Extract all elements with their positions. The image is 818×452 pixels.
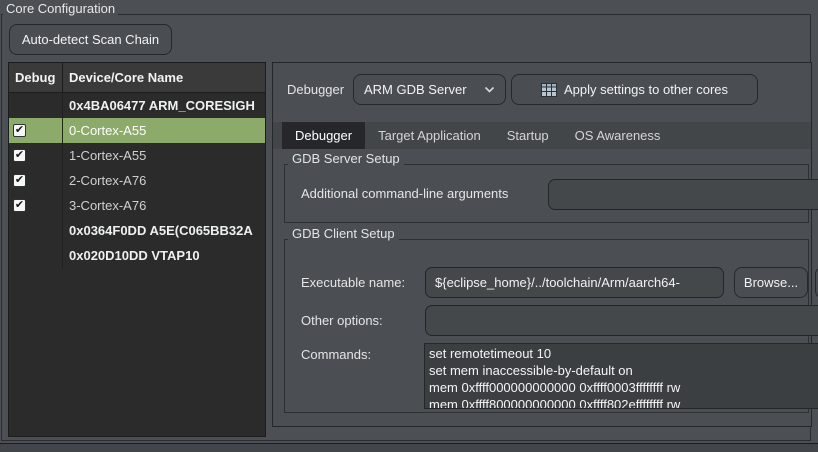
debugger-settings-panel: Debugger ARM GDB Server Apply settings t… (272, 62, 812, 427)
debug-checkbox[interactable]: ✔ (13, 124, 26, 137)
window-bottom-strip (0, 443, 818, 452)
additional-arguments-input[interactable] (548, 179, 818, 210)
browse-button-label: Browse... (744, 275, 798, 290)
apply-settings-button[interactable]: Apply settings to other cores (511, 74, 758, 105)
tab-os-awareness[interactable]: OS Awareness (562, 122, 674, 149)
check-icon: ✔ (15, 125, 24, 136)
table-row[interactable]: 0x020D10DD VTAP10 (9, 243, 265, 268)
autodetect-scan-chain-button[interactable]: Auto-detect Scan Chain (9, 24, 172, 55)
executable-name-label: Executable name: (301, 267, 405, 298)
gdb-client-setup-title: GDB Client Setup (288, 226, 399, 242)
check-icon: ✔ (15, 175, 24, 186)
check-icon: ✔ (15, 150, 24, 161)
tab-startup[interactable]: Startup (494, 122, 562, 149)
device-name: 1-Cortex-A55 (63, 143, 265, 168)
additional-arguments-label: Additional command-line arguments (301, 185, 508, 203)
debug-checkbox[interactable]: ✔ (13, 149, 26, 162)
tab-target-application[interactable]: Target Application (365, 122, 494, 149)
table-row[interactable]: ✔ 1-Cortex-A55 (9, 143, 265, 168)
executable-name-value: ${eclipse_home}/../toolchain/Arm/aarch64… (435, 275, 680, 290)
device-name: 2-Cortex-A76 (63, 168, 265, 193)
table-row[interactable]: ✔ 3-Cortex-A76 (9, 193, 265, 218)
apply-settings-label: Apply settings to other cores (564, 82, 728, 97)
debug-checkbox[interactable]: ✔ (13, 199, 26, 212)
column-header-debug[interactable]: Debug (9, 63, 63, 92)
executable-name-input[interactable]: ${eclipse_home}/../toolchain/Arm/aarch64… (425, 267, 724, 298)
chevron-down-icon (484, 86, 495, 93)
browse-button[interactable]: Browse... (734, 267, 808, 298)
debugger-label: Debugger (287, 75, 344, 105)
debugger-select[interactable]: ARM GDB Server (353, 74, 506, 105)
table-icon (541, 83, 557, 97)
core-table-header: Debug Device/Core Name (9, 63, 265, 93)
device-name: 0x4BA06477 ARM_CORESIGH (63, 93, 265, 118)
tab-debugger[interactable]: Debugger (282, 122, 365, 149)
table-row[interactable]: ✔ 0-Cortex-A55 (9, 118, 265, 143)
table-row[interactable]: 0x4BA06477 ARM_CORESIGH (9, 93, 265, 118)
device-name: 0-Cortex-A55 (63, 118, 265, 143)
table-row[interactable]: ✔ 2-Cortex-A76 (9, 168, 265, 193)
device-name: 3-Cortex-A76 (63, 193, 265, 218)
debug-checkbox[interactable]: ✔ (13, 174, 26, 187)
commands-textarea[interactable]: set remotetimeout 10 set mem inaccessibl… (424, 343, 818, 409)
device-name: 0x0364F0DD A5E(C065BB32A (63, 218, 265, 243)
other-options-input[interactable] (425, 305, 818, 336)
settings-tab-bar: Debugger Target Application Startup OS A… (273, 122, 811, 149)
core-configuration-dialog: Core Configuration Auto-detect Scan Chai… (0, 0, 818, 452)
other-options-label: Other options: (301, 305, 383, 336)
gdb-server-setup-title: GDB Server Setup (288, 151, 404, 167)
device-name: 0x020D10DD VTAP10 (63, 243, 265, 268)
check-icon: ✔ (15, 200, 24, 211)
frame-title: Core Configuration (3, 0, 118, 17)
table-row[interactable]: 0x0364F0DD A5E(C065BB32A (9, 218, 265, 243)
autodetect-button-label: Auto-detect Scan Chain (22, 32, 159, 47)
debugger-select-value: ARM GDB Server (364, 82, 484, 97)
column-header-device-core-name[interactable]: Device/Core Name (63, 63, 265, 92)
core-table[interactable]: Debug Device/Core Name 0x4BA06477 ARM_CO… (8, 62, 266, 437)
commands-label: Commands: (301, 346, 371, 364)
